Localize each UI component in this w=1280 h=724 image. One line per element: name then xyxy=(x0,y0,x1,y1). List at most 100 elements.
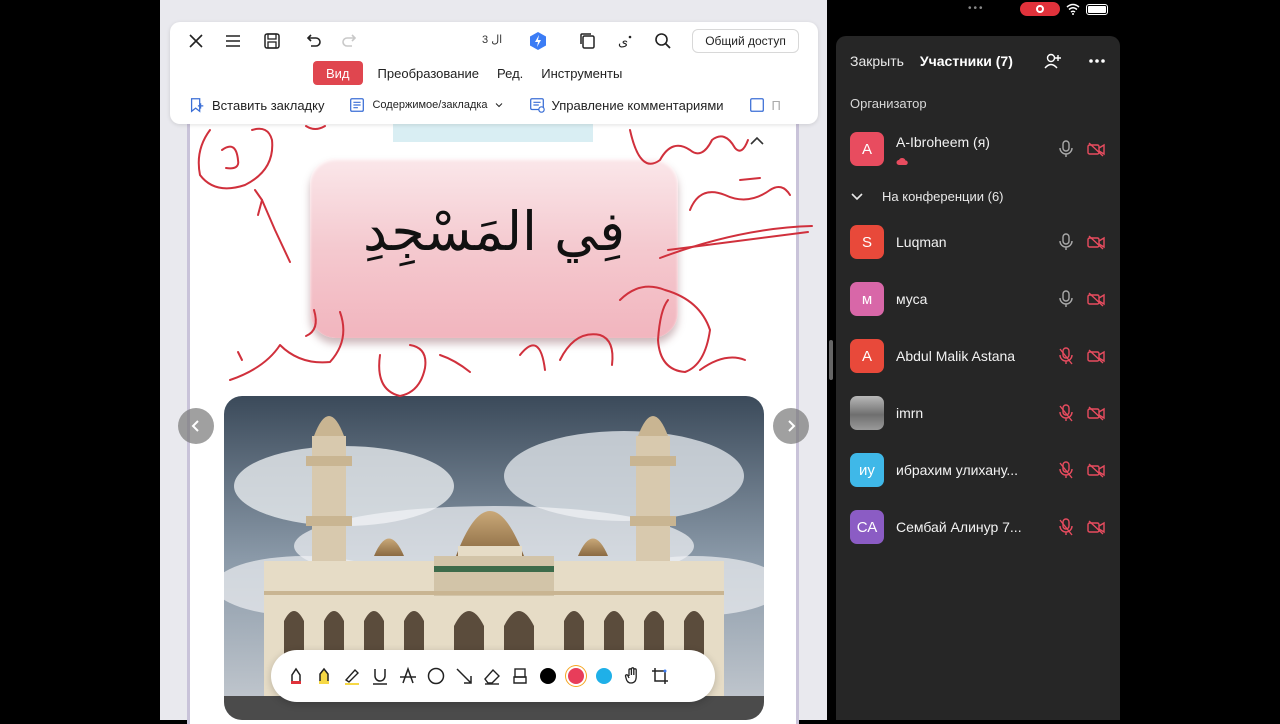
participant-name: Luqman xyxy=(896,234,947,250)
comments-icon xyxy=(529,98,545,113)
participant-row[interactable]: S Luqman xyxy=(850,224,1108,260)
conference-group-label: На конференции (6) xyxy=(882,188,1004,204)
participant-row[interactable]: иу ибрахим улихану... xyxy=(850,452,1108,488)
highlighter-tool-icon[interactable] xyxy=(313,665,335,687)
eraser-tool-icon[interactable] xyxy=(481,665,503,687)
crop-tool-icon[interactable] xyxy=(649,665,671,687)
participants-panel: Закрыть Участники (7) Организатор A A-Ib… xyxy=(836,36,1120,720)
tab-edit[interactable]: Ред. xyxy=(488,61,532,85)
pages-icon[interactable] xyxy=(575,28,601,54)
menu-icon[interactable] xyxy=(220,28,246,54)
camera-off-icon[interactable] xyxy=(1086,232,1106,252)
more-options-icon[interactable] xyxy=(1086,50,1108,72)
close-icon[interactable] xyxy=(183,28,209,54)
bookmark-icon xyxy=(190,98,204,113)
underline-tool-icon[interactable] xyxy=(369,665,391,687)
save-icon[interactable] xyxy=(259,28,285,54)
tab-convert[interactable]: Преобразование xyxy=(369,61,489,85)
participants-header: Закрыть Участники (7) xyxy=(850,50,1108,72)
microphone-icon[interactable] xyxy=(1056,139,1076,159)
color-black-swatch[interactable] xyxy=(537,665,559,687)
manage-comments-label: Управление комментариями xyxy=(551,97,724,113)
camera-off-icon[interactable] xyxy=(1086,517,1106,537)
search-icon[interactable] xyxy=(650,28,676,54)
participant-row-organizer[interactable]: A A-Ibroheem (я) xyxy=(850,131,1108,167)
cloud-upload-icon xyxy=(896,158,908,165)
status-bar-indicators xyxy=(1020,2,1108,16)
page-indicator: 3 ال xyxy=(482,34,503,46)
ribbon-subtools: Вставить закладку Содержимое/закладка Уп… xyxy=(188,94,805,116)
color-blue-swatch[interactable] xyxy=(593,665,615,687)
participant-name: ибрахим улихану... xyxy=(896,462,1019,478)
ribbon-tabs: Вид Преобразование Ред. Инструменты xyxy=(313,61,631,85)
tab-tools[interactable]: Инструменты xyxy=(532,61,631,85)
insert-bookmark-button[interactable]: Вставить закладку xyxy=(188,96,324,114)
marker-tool-icon[interactable] xyxy=(341,665,363,687)
battery-icon xyxy=(1086,3,1108,15)
hand-tool-icon[interactable] xyxy=(621,665,643,687)
previous-page-button[interactable] xyxy=(178,408,214,444)
participant-name: Сембай Алинур 7... xyxy=(896,519,1022,535)
chevron-down-icon xyxy=(851,193,863,201)
strikethrough-tool-icon[interactable] xyxy=(397,665,419,687)
ai-assistant-icon[interactable] xyxy=(525,28,551,54)
redo-icon xyxy=(337,28,363,54)
next-page-button[interactable] xyxy=(773,408,809,444)
wifi-icon xyxy=(1066,3,1080,15)
more-subtool-button[interactable]: П xyxy=(748,96,781,114)
chevron-down-icon xyxy=(495,103,502,108)
avatar: м xyxy=(850,282,884,316)
contents-bookmark-button[interactable]: Содержимое/закладка xyxy=(348,96,503,114)
multitask-dots[interactable]: ••• xyxy=(968,3,985,14)
arrow-shape-icon[interactable] xyxy=(453,665,475,687)
circle-shape-icon[interactable] xyxy=(425,665,447,687)
lasso-tool-icon[interactable] xyxy=(509,665,531,687)
screen-recording-indicator xyxy=(1020,2,1060,16)
drawing-toolbar xyxy=(271,650,715,702)
participant-name: imrn xyxy=(896,405,924,421)
collapse-toolbar-icon[interactable] xyxy=(748,132,766,150)
contents-icon xyxy=(350,98,365,112)
microphone-icon[interactable] xyxy=(1056,289,1076,309)
avatar xyxy=(850,396,884,430)
avatar: A xyxy=(850,339,884,373)
avatar: A xyxy=(850,132,884,166)
color-pink-swatch[interactable] xyxy=(565,665,587,687)
translate-icon[interactable]: ی xyxy=(612,28,638,54)
participants-title: Участники (7) xyxy=(919,53,1013,69)
tab-view[interactable]: Вид xyxy=(313,61,363,85)
camera-off-icon[interactable] xyxy=(1086,403,1106,423)
participant-row[interactable]: A Abdul Malik Astana xyxy=(850,338,1108,374)
camera-off-icon[interactable] xyxy=(1086,346,1106,366)
close-button[interactable]: Закрыть xyxy=(850,53,904,69)
microphone-muted-icon[interactable] xyxy=(1056,346,1076,366)
microphone-muted-icon[interactable] xyxy=(1056,517,1076,537)
microphone-icon[interactable] xyxy=(1056,232,1076,252)
conference-group-toggle[interactable]: На конференции (6) xyxy=(850,186,1108,206)
share-button[interactable]: Общий доступ xyxy=(692,29,799,53)
participant-row[interactable]: imrn xyxy=(850,395,1108,431)
avatar: S xyxy=(850,225,884,259)
microphone-muted-icon[interactable] xyxy=(1056,460,1076,480)
camera-off-icon[interactable] xyxy=(1086,289,1106,309)
lesson-title-arabic: فِي المَسْجِدِ xyxy=(362,200,626,263)
participant-row[interactable]: м муса xyxy=(850,281,1108,317)
add-participant-icon[interactable] xyxy=(1042,50,1064,72)
organizer-section-label: Организатор xyxy=(850,96,927,111)
pen-tool-icon[interactable] xyxy=(285,665,307,687)
participant-row[interactable]: СА Сембай Алинур 7... xyxy=(850,509,1108,545)
avatar: иу xyxy=(850,453,884,487)
page-top-strip xyxy=(393,124,593,142)
more-subtool-label: П xyxy=(771,97,781,113)
split-view-divider[interactable] xyxy=(829,340,833,380)
image-icon xyxy=(749,98,764,112)
undo-icon[interactable] xyxy=(300,28,326,54)
camera-off-icon[interactable] xyxy=(1086,460,1106,480)
participant-name: Abdul Malik Astana xyxy=(896,348,1016,364)
camera-off-icon[interactable] xyxy=(1086,139,1106,159)
manage-comments-button[interactable]: Управление комментариями xyxy=(528,96,724,114)
microphone-muted-icon[interactable] xyxy=(1056,403,1076,423)
document-toolbar: 3 ال ی Общий доступ Вид Преобразование Р… xyxy=(170,22,818,124)
insert-bookmark-label: Вставить закладку xyxy=(212,97,325,113)
participant-name: муса xyxy=(896,291,928,307)
